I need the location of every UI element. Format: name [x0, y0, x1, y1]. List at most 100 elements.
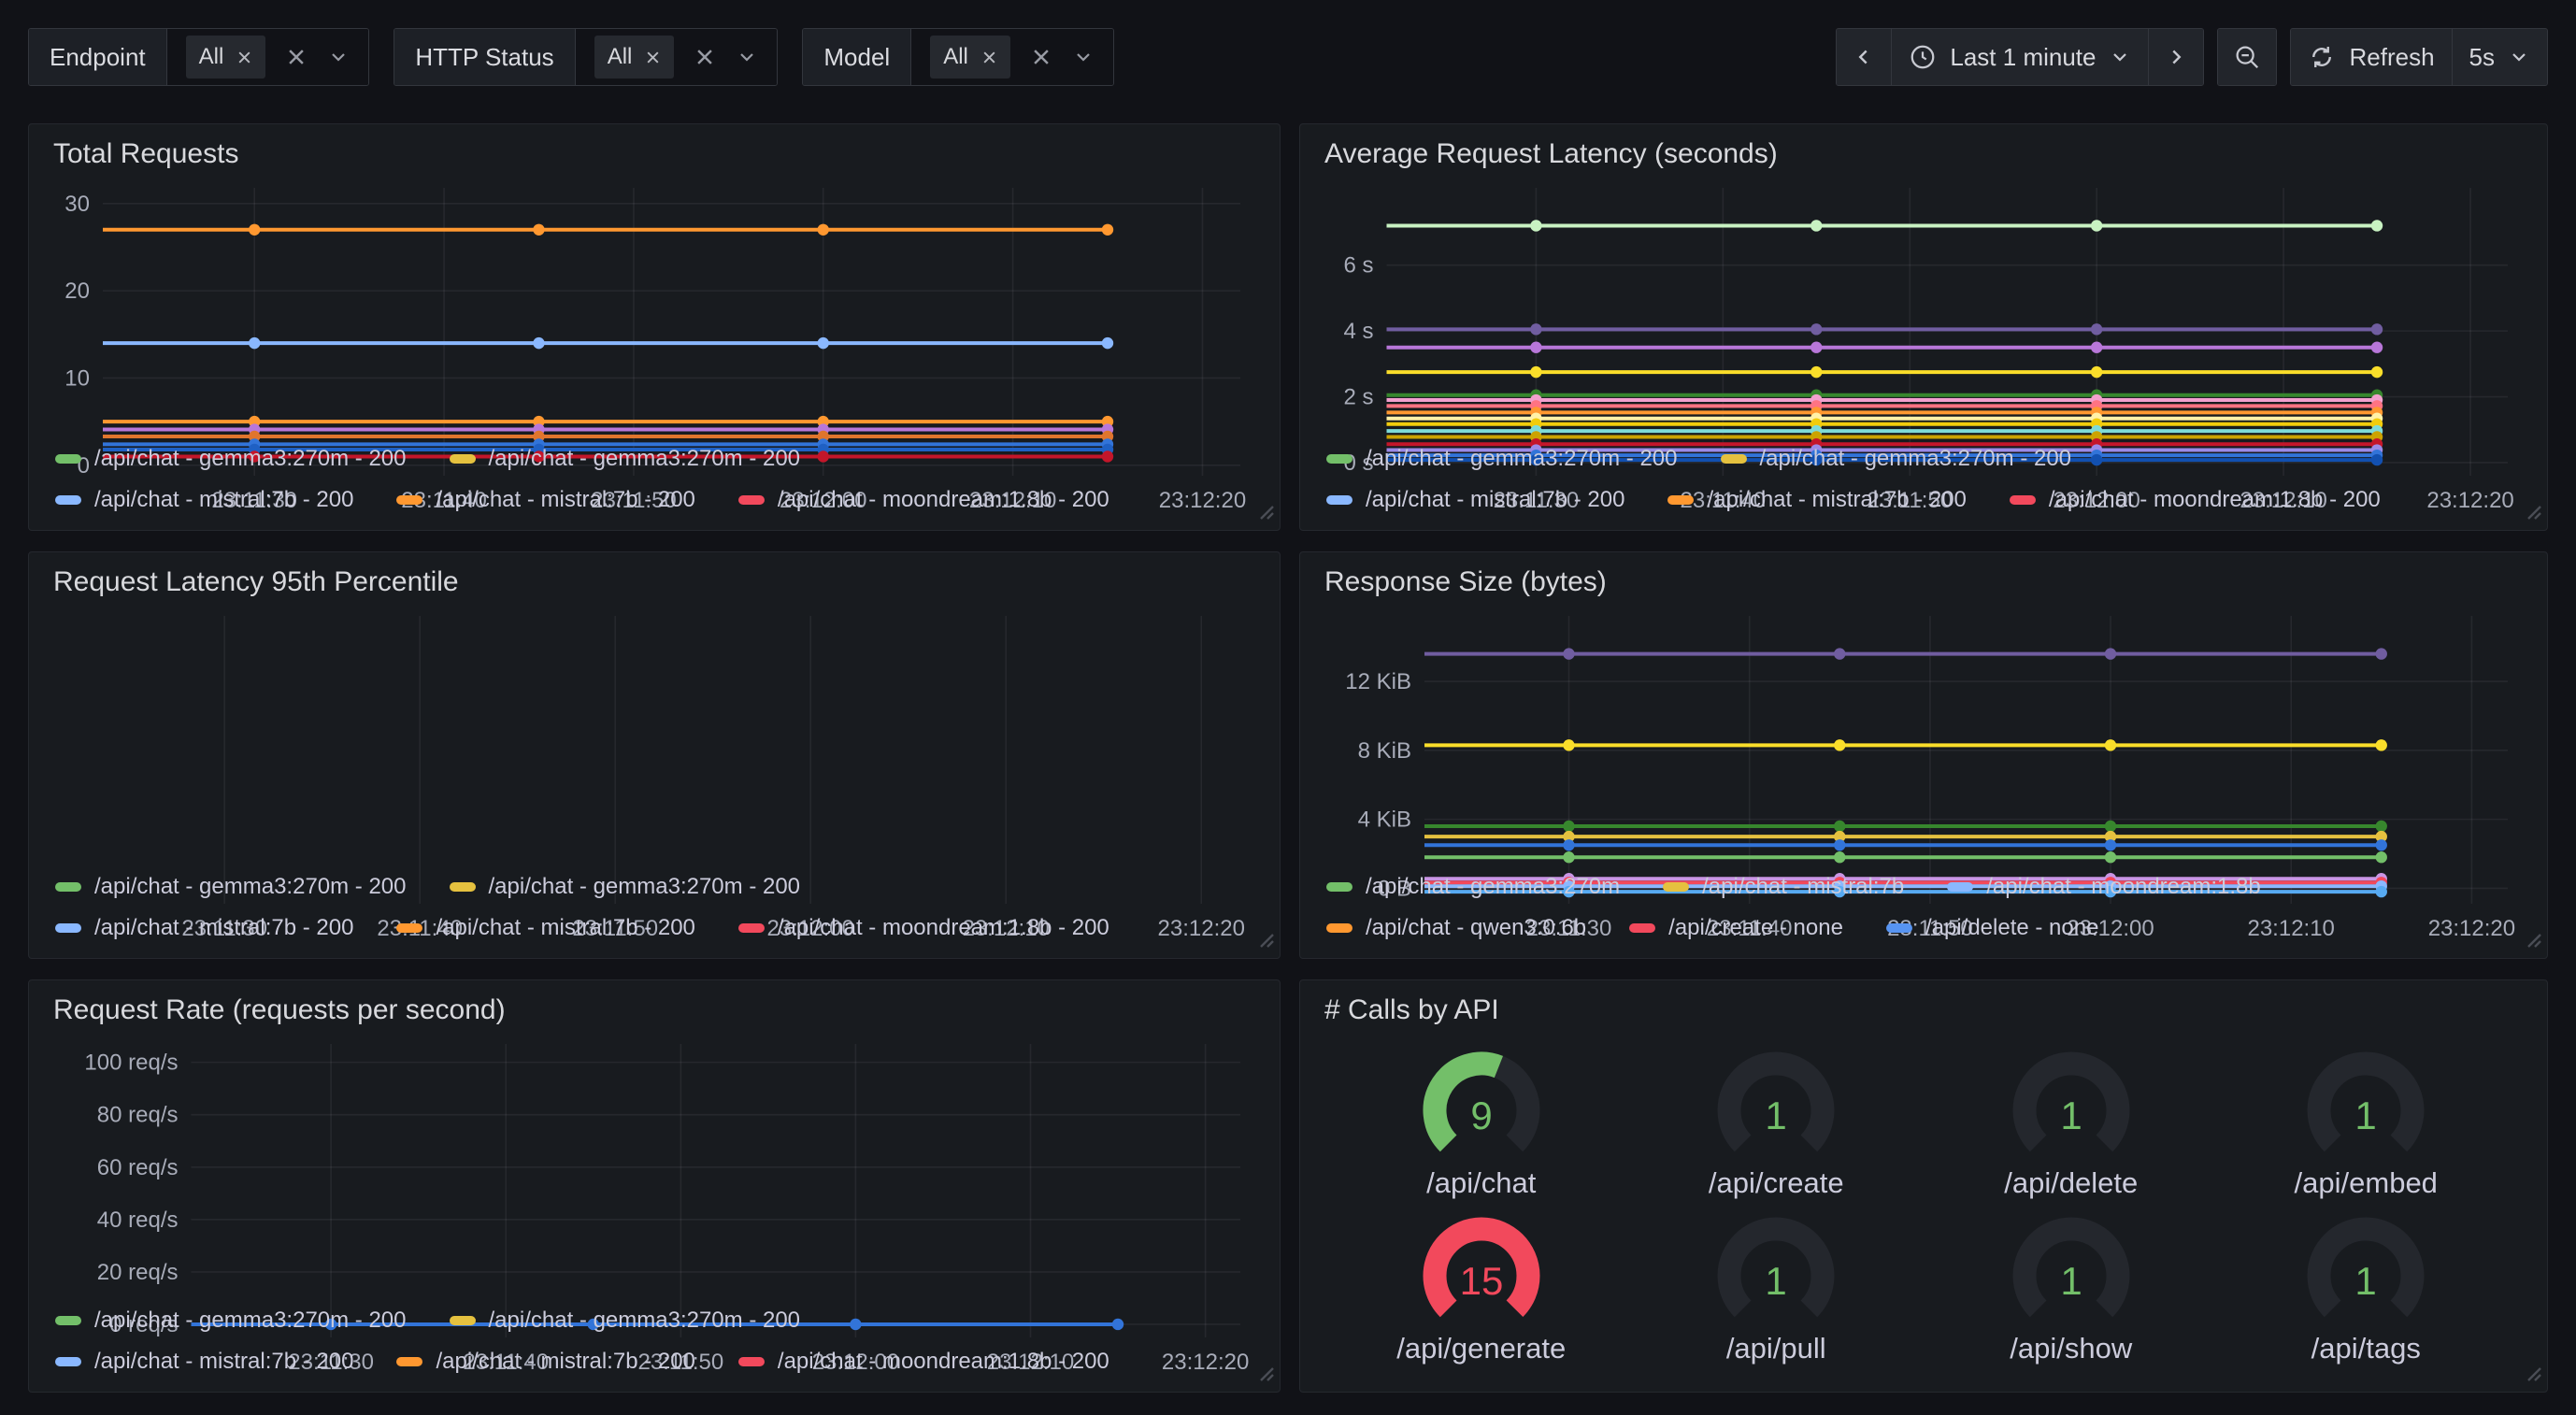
- time-series-plot[interactable]: 23:11:3023:11:4023:11:5023:12:0023:12:10…: [1324, 177, 2523, 436]
- legend-item[interactable]: /api/chat - moondream:1.8b - 200: [738, 1349, 1109, 1375]
- legend-item[interactable]: /api/chat - mistral:7b - 200: [55, 487, 353, 513]
- legend-series-label: /api/chat - mistral:7b - 200: [436, 487, 694, 513]
- remove-tag-icon[interactable]: [645, 50, 661, 65]
- gauge-arc: 1: [2277, 1208, 2454, 1330]
- gauge-label: /api/create: [1709, 1166, 1844, 1200]
- clear-selection-icon[interactable]: [286, 47, 307, 67]
- panel-title[interactable]: Response Size (bytes): [1324, 564, 2523, 605]
- panel-average-request-latency: Average Request Latency (seconds) 23:11:…: [1299, 123, 2548, 531]
- filter-http-status-value[interactable]: All: [576, 29, 778, 85]
- legend-series-color-chip: [1326, 495, 1352, 505]
- clear-selection-icon[interactable]: [694, 47, 715, 67]
- filter-endpoint-chip[interactable]: All: [186, 36, 266, 79]
- legend-item[interactable]: /api/chat - gemma3:270m - 200: [1721, 446, 2072, 472]
- legend-series-color-chip: [1326, 882, 1352, 892]
- panel-title[interactable]: Total Requests: [53, 136, 1255, 177]
- gauge-label: /api/tags: [2311, 1332, 2421, 1365]
- legend-item[interactable]: /api/chat - mistral:7b - 200: [396, 487, 694, 513]
- legend-item[interactable]: /api/chat - moondream:1.8b: [1947, 874, 2261, 900]
- legend-item[interactable]: /api/chat - gemma3:270m: [1326, 874, 1620, 900]
- panel-resize-handle[interactable]: [2526, 932, 2542, 953]
- legend-item[interactable]: /api/chat - moondream:1.8b - 200: [738, 487, 1109, 513]
- svg-text:20: 20: [64, 279, 90, 304]
- zoom-out-group: [2217, 28, 2277, 86]
- clear-selection-icon[interactable]: [1031, 47, 1052, 67]
- legend-item[interactable]: /api/chat - gemma3:270m - 200: [55, 1308, 407, 1334]
- chevron-down-icon[interactable]: [736, 46, 758, 68]
- gauge: 1/api/show: [1982, 1208, 2160, 1365]
- panel-resize-handle[interactable]: [1258, 504, 1275, 525]
- gauge-arc: 1: [1982, 1043, 2160, 1165]
- legend-series-color-chip: [1721, 454, 1747, 464]
- legend-item[interactable]: /api/chat - mistral:7b - 200: [1667, 487, 1966, 513]
- legend-item[interactable]: /api/chat - mistral:7b - 200: [396, 1349, 694, 1375]
- time-series-plot[interactable]: 23:11:3023:11:4023:11:5023:12:0023:12:10…: [53, 1033, 1255, 1298]
- time-range-label: Last 1 minute: [1950, 43, 2096, 72]
- chevron-down-icon[interactable]: [327, 46, 350, 68]
- time-series-plot[interactable]: 23:11:3023:11:4023:11:5023:12:0023:12:10…: [1324, 605, 2523, 865]
- remove-tag-icon[interactable]: [236, 50, 252, 65]
- legend-series-color-chip: [55, 1316, 81, 1325]
- legend-item[interactable]: /api/chat - gemma3:270m - 200: [450, 874, 801, 900]
- legend-series-label: /api/chat - gemma3:270m - 200: [94, 1308, 407, 1334]
- time-series-plot[interactable]: 23:11:3023:11:4023:11:5023:12:0023:12:10…: [53, 605, 1255, 865]
- panel-title[interactable]: Request Latency 95th Percentile: [53, 564, 1255, 605]
- zoom-out-button[interactable]: [2218, 29, 2276, 85]
- legend-series-label: /api/chat - mistral:7b - 200: [436, 1349, 694, 1375]
- filter-chip-text: All: [608, 44, 633, 70]
- legend-row: /api/chat - gemma3:270m - 200/api/chat -…: [1324, 438, 2523, 479]
- panel-title[interactable]: # Calls by API: [1324, 992, 2523, 1033]
- filter-http-status-chip[interactable]: All: [594, 36, 675, 79]
- refresh-group: Refresh 5s: [2290, 28, 2548, 86]
- legend-series-color-chip: [1629, 923, 1655, 933]
- legend-item[interactable]: /api/create - none: [1629, 915, 1843, 941]
- panel-resize-handle[interactable]: [2526, 1365, 2542, 1387]
- legend-item[interactable]: /api/chat - mistral:7b - 200: [55, 1349, 353, 1375]
- filter-endpoint-value[interactable]: All: [167, 29, 369, 85]
- panel-resize-handle[interactable]: [1258, 932, 1275, 953]
- gauge-arc: 9: [1393, 1043, 1570, 1165]
- svg-text:40 req/s: 40 req/s: [97, 1208, 179, 1233]
- legend-item[interactable]: /api/chat - qwen3:0.6b: [1326, 915, 1586, 941]
- legend-series-color-chip: [450, 454, 476, 464]
- time-range-picker-button[interactable]: Last 1 minute: [1892, 29, 2149, 85]
- filter-chip-text: All: [943, 44, 968, 70]
- legend: /api/chat - gemma3:270m/api/chat - mistr…: [1324, 865, 2523, 949]
- legend-series-label: /api/chat - gemma3:270m - 200: [1366, 446, 1678, 472]
- panel-title[interactable]: Request Rate (requests per second): [53, 992, 1255, 1033]
- gauge: 1/api/create: [1687, 1043, 1865, 1200]
- legend-series-label: /api/chat - qwen3:0.6b: [1366, 915, 1586, 941]
- legend-item[interactable]: /api/chat - mistral:7b - 200: [396, 915, 694, 941]
- legend-item[interactable]: /api/chat - moondream:1.8b - 200: [2010, 487, 2381, 513]
- filter-model-chip[interactable]: All: [930, 36, 1010, 79]
- refresh-button[interactable]: Refresh: [2291, 29, 2452, 85]
- remove-tag-icon[interactable]: [981, 50, 997, 65]
- legend-series-label: /api/chat - gemma3:270m - 200: [94, 874, 407, 900]
- legend-item[interactable]: /api/chat - mistral:7b - 200: [1326, 487, 1624, 513]
- filter-bar: Endpoint All H: [28, 28, 1114, 86]
- legend-item[interactable]: /api/delete - none: [1886, 915, 2098, 941]
- legend-item[interactable]: /api/chat - mistral:7b - 200: [55, 915, 353, 941]
- panel-resize-handle[interactable]: [2526, 504, 2542, 525]
- legend-item[interactable]: /api/chat - gemma3:270m - 200: [55, 874, 407, 900]
- panel-title[interactable]: Average Request Latency (seconds): [1324, 136, 2523, 177]
- gauge-label: /api/embed: [2295, 1166, 2438, 1200]
- legend-item[interactable]: /api/chat - gemma3:270m - 200: [450, 446, 801, 472]
- legend-item[interactable]: /api/chat - mistral:7b: [1663, 874, 1904, 900]
- legend-series-color-chip: [396, 1357, 422, 1366]
- legend-item[interactable]: /api/chat - gemma3:270m - 200: [450, 1308, 801, 1334]
- chevron-down-icon[interactable]: [1072, 46, 1095, 68]
- legend-series-label: /api/chat - mistral:7b: [1702, 874, 1904, 900]
- legend-series-label: /api/delete - none: [1925, 915, 2098, 941]
- grafana-dashboard: Endpoint All H: [0, 0, 2576, 1415]
- legend-item[interactable]: /api/chat - gemma3:270m - 200: [1326, 446, 1678, 472]
- gauge-label: /api/chat: [1426, 1166, 1536, 1200]
- time-shift-forward-button[interactable]: [2149, 29, 2203, 85]
- panel-resize-handle[interactable]: [1258, 1365, 1275, 1387]
- filter-model-value[interactable]: All: [911, 29, 1113, 85]
- refresh-interval-button[interactable]: 5s: [2453, 29, 2547, 85]
- time-series-plot[interactable]: 23:11:3023:11:4023:11:5023:12:0023:12:10…: [53, 177, 1255, 436]
- time-shift-back-button[interactable]: [1837, 29, 1892, 85]
- legend-item[interactable]: /api/chat - moondream:1.8b - 200: [738, 915, 1109, 941]
- legend-item[interactable]: /api/chat - gemma3:270m - 200: [55, 446, 407, 472]
